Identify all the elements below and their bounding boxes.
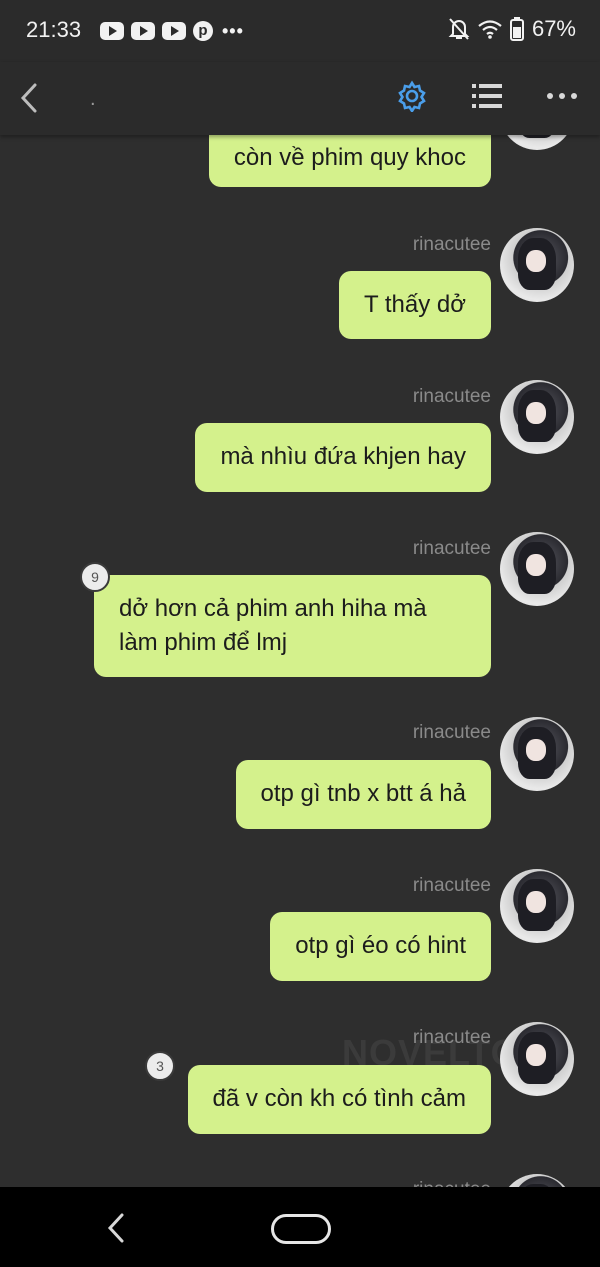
avatar[interactable]: [500, 1174, 574, 1187]
sender-name: rinacutee: [412, 538, 491, 559]
avatar[interactable]: [500, 380, 574, 454]
reaction-count-badge[interactable]: 9: [80, 562, 110, 592]
message-text: otp gì éo có hint: [295, 932, 466, 959]
pinterest-icon: p: [193, 21, 213, 41]
nav-back-icon[interactable]: [104, 1211, 128, 1245]
message-bubble[interactable]: mà nhìu đứa khjen hay: [195, 423, 491, 492]
sender-name: rinacutee: [412, 386, 491, 407]
wifi-icon: [478, 20, 502, 39]
sender-name: rinacutee: [412, 722, 491, 743]
battery-icon: [509, 17, 524, 41]
notification-icons: p •••: [100, 20, 244, 42]
message-text: dở hơn cả phim anh hiha mà làm phim để l…: [119, 595, 427, 656]
bell-off-icon: [448, 18, 470, 40]
message-bubble[interactable]: otp gì éo có hint: [270, 912, 491, 981]
avatar[interactable]: [500, 228, 574, 302]
youtube-icon: [162, 22, 186, 40]
message-bubble[interactable]: otp gì tnb x btt á hả: [235, 760, 491, 829]
message-bubble[interactable]: còn về phim quy khoc: [208, 135, 491, 187]
chat-title: .: [90, 88, 96, 110]
system-icons: 67%: [448, 16, 576, 42]
chat-message-list[interactable]: còn về phim quy khoc rinacutee T thấy dở…: [0, 135, 600, 1187]
status-bar: 21:33 p ••• 67%: [0, 0, 600, 62]
top-app-bar: .: [0, 62, 600, 135]
avatar[interactable]: [500, 532, 574, 606]
message-text: còn về phim quy khoc: [233, 144, 466, 171]
avatar[interactable]: [500, 1022, 574, 1096]
nav-home-button[interactable]: [271, 1214, 331, 1244]
gear-icon[interactable]: [396, 80, 428, 112]
message-text: đã v còn kh có tình cảm: [212, 1085, 466, 1112]
list-icon[interactable]: [472, 82, 502, 110]
youtube-icon: [131, 22, 155, 40]
message-text: T thấy dở: [363, 291, 466, 318]
avatar[interactable]: [500, 869, 574, 943]
back-arrow-icon[interactable]: [14, 80, 44, 116]
message-text: otp gì tnb x btt á hả: [260, 780, 466, 807]
message-bubble[interactable]: đã v còn kh có tình cảm: [187, 1065, 491, 1134]
message-bubble[interactable]: dở hơn cả phim anh hiha mà làm phim để l…: [94, 575, 491, 677]
avatar[interactable]: [500, 135, 574, 150]
more-options-icon[interactable]: [546, 86, 578, 106]
message-text: mà nhìu đứa khjen hay: [220, 443, 466, 470]
sender-name: rinacutee: [413, 1179, 491, 1187]
avatar[interactable]: [500, 717, 574, 791]
sender-name: rinacutee: [412, 1027, 491, 1048]
status-time: 21:33: [26, 17, 82, 42]
message-bubble[interactable]: T thấy dở: [338, 271, 491, 339]
system-navigation-bar: [0, 1187, 600, 1267]
reaction-count-badge[interactable]: 3: [145, 1051, 175, 1081]
sender-name: rinacutee: [412, 875, 491, 896]
battery-percent: 67%: [531, 16, 576, 41]
sender-name: rinacutee: [412, 234, 491, 255]
youtube-icon: [100, 22, 124, 40]
more-notifications-icon: •••: [222, 20, 244, 41]
